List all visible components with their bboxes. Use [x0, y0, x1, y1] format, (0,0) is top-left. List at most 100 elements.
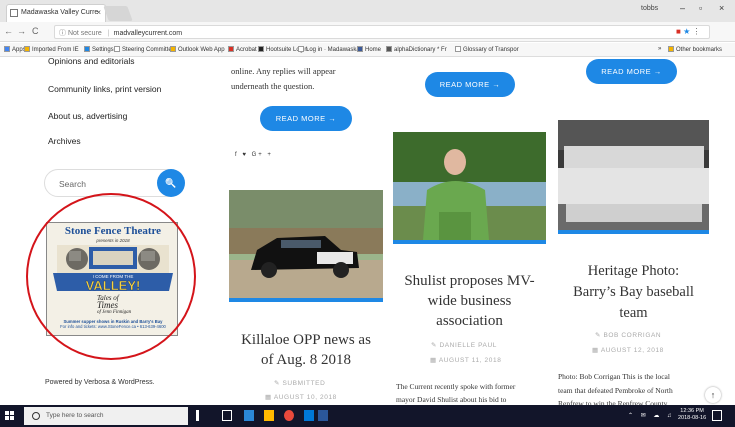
bookmark-item[interactable]: Settings: [84, 46, 114, 53]
close-window-button[interactable]: ×: [719, 3, 724, 13]
bookmark-item[interactable]: Log in · Madawaska: [298, 46, 360, 53]
back-button[interactable]: ←: [4, 26, 13, 36]
taskbar-search-input[interactable]: Type here to search: [24, 407, 188, 425]
browser-tab[interactable]: Madawaska Valley Curre ×: [6, 4, 106, 22]
title-line3[interactable]: team: [558, 303, 709, 324]
bookmark-item[interactable]: Acrobat: [228, 46, 257, 53]
minimize-button[interactable]: –: [680, 3, 685, 13]
red-circle-annotation: [26, 193, 196, 360]
extension-icons[interactable]: ■ ★ ⋮: [676, 27, 700, 36]
cortana-icon: [32, 412, 40, 420]
security-indicator[interactable]: ⓘ Not secure: [59, 30, 102, 37]
extension-icon[interactable]: ■: [676, 27, 681, 36]
tab-close-icon[interactable]: ×: [96, 8, 101, 17]
maximize-button[interactable]: ▫: [699, 3, 702, 13]
intro-text: online. Any replies will appear undernea…: [231, 64, 336, 94]
url-field[interactable]: ⓘ Not secure | madvalleycurrent.com: [54, 25, 710, 39]
url-separator: |: [107, 30, 110, 37]
bookmark-star-icon[interactable]: ★: [683, 27, 690, 36]
sidebar-link-opinions[interactable]: Opinions and editorials: [48, 56, 134, 66]
task-view-icon[interactable]: [222, 410, 232, 421]
date-text: AUGUST 11, 2018: [438, 357, 502, 364]
clock-time: 12:36 PM: [680, 408, 704, 414]
article-date-heritage: ▦ AUGUST 12, 2018: [592, 346, 664, 354]
bookmark-label: Log in · Madawaska: [306, 47, 360, 53]
author-icon: ✎: [431, 342, 438, 349]
article-title-shulist[interactable]: Shulist proposes MV- wide business assoc…: [393, 271, 546, 331]
menu-icon[interactable]: ⋮: [692, 27, 700, 36]
profile-name[interactable]: tobbs: [641, 5, 658, 12]
bookmark-item[interactable]: alphaDictionary * Fr: [386, 46, 447, 53]
sidebar-link-archives[interactable]: Archives: [48, 136, 81, 146]
article-photo-killaloe[interactable]: [229, 190, 383, 298]
tab-title: Madawaska Valley Curre: [21, 9, 99, 16]
article-title-heritage[interactable]: Heritage Photo: Barry’s Bay baseball tea…: [558, 261, 709, 324]
sidebar-link-community[interactable]: Community links, print version: [48, 84, 161, 94]
title-line1[interactable]: Killaloe OPP news as: [229, 330, 383, 350]
new-tab-button[interactable]: [103, 6, 133, 21]
photo-underline: [558, 230, 709, 234]
title-line3[interactable]: association: [393, 311, 546, 331]
title-line1[interactable]: Heritage Photo:: [558, 261, 709, 282]
taskbar-clock[interactable]: 12:36 PM 2018-08-16: [678, 408, 706, 422]
police-car-image: [229, 190, 383, 298]
browser-title-bar: Madawaska Valley Curre × tobbs – ▫ ×: [0, 0, 735, 22]
chrome-icon[interactable]: [284, 410, 294, 421]
bookmark-item[interactable]: Outlook Web App: [170, 46, 225, 53]
article-date-shulist: ▦ AUGUST 11, 2018: [430, 356, 501, 364]
action-center-icon[interactable]: [712, 410, 722, 421]
start-button[interactable]: [5, 411, 15, 421]
share-icons[interactable]: f ♥ G+ +: [235, 152, 273, 158]
read-more-button[interactable]: READ MORE →: [586, 59, 677, 84]
bookmarks-bar: Apps Imported From IE Settings Steering Com…: [0, 43, 735, 57]
bookmark-label: Acrobat: [236, 47, 257, 53]
bookmark-icon: [298, 46, 304, 52]
date-text: AUGUST 10, 2018: [273, 394, 337, 401]
forward-button[interactable]: →: [17, 26, 26, 36]
title-line2[interactable]: Barry’s Bay baseball: [558, 282, 709, 303]
article-title-killaloe[interactable]: Killaloe OPP news as of Aug. 8 2018: [229, 330, 383, 370]
bookmark-item[interactable]: Home: [357, 46, 381, 53]
bookmark-label: Imported From IE: [32, 47, 79, 53]
powered-by-footer[interactable]: Powered by Verbosa & WordPress.: [45, 379, 155, 386]
bookmark-item[interactable]: Other bookmarks: [668, 46, 722, 53]
article-photo-shulist[interactable]: [393, 132, 546, 240]
scroll-to-top-button[interactable]: ↑: [705, 387, 721, 403]
calendar-icon: ▦: [265, 394, 272, 401]
bookmark-item[interactable]: Imported From IE: [24, 46, 79, 53]
title-line1[interactable]: Shulist proposes MV-: [393, 271, 546, 291]
search-icon: 🔍: [165, 178, 177, 188]
bookmark-icon: [84, 46, 90, 52]
app-icon[interactable]: [304, 410, 314, 421]
title-line2[interactable]: wide business: [393, 291, 546, 311]
title-line2[interactable]: of Aug. 8 2018: [229, 350, 383, 370]
system-tray-icons[interactable]: ⌃ ✉ ☁ ♫: [628, 412, 675, 419]
bookmark-icon: [170, 46, 176, 52]
microphone-icon[interactable]: [196, 410, 199, 421]
author-name: BOB CORRIGAN: [603, 332, 662, 339]
author-name: SUBMITTED: [282, 380, 326, 387]
file-explorer-icon[interactable]: [244, 410, 254, 421]
bookmark-item[interactable]: Glossary of Transpor: [455, 46, 519, 53]
url-text[interactable]: madvalleycurrent.com: [114, 30, 182, 37]
read-more-button[interactable]: READ MORE →: [425, 72, 515, 97]
bookmarks-overflow-button[interactable]: »: [658, 46, 661, 52]
bookmark-item[interactable]: Apps: [4, 46, 26, 53]
article-author-shulist: ✎ DANIELLE PAUL: [431, 341, 497, 349]
bookmark-icon: [114, 46, 120, 52]
bookmark-item[interactable]: Steering Committee: [114, 46, 175, 53]
windows-taskbar: Type here to search ⌃ ✉ ☁ ♫ 12:36 PM 201…: [0, 405, 735, 427]
bookmark-label: Home: [365, 47, 382, 53]
baseball-team-image: [558, 120, 709, 230]
mail-icon[interactable]: [264, 410, 274, 421]
reload-button[interactable]: C: [32, 26, 39, 36]
sidebar-link-about[interactable]: About us, advertising: [48, 111, 127, 121]
article-photo-heritage[interactable]: [558, 120, 709, 230]
bookmark-icon: [455, 46, 461, 52]
word-icon[interactable]: [318, 410, 328, 421]
read-more-button[interactable]: READ MORE →: [260, 106, 352, 131]
excerpt-line1: The Current recently spoke with former: [396, 382, 516, 391]
search-button[interactable]: 🔍: [157, 169, 185, 197]
photo-underline: [229, 298, 383, 302]
intro-line2: underneath the question.: [231, 81, 315, 91]
